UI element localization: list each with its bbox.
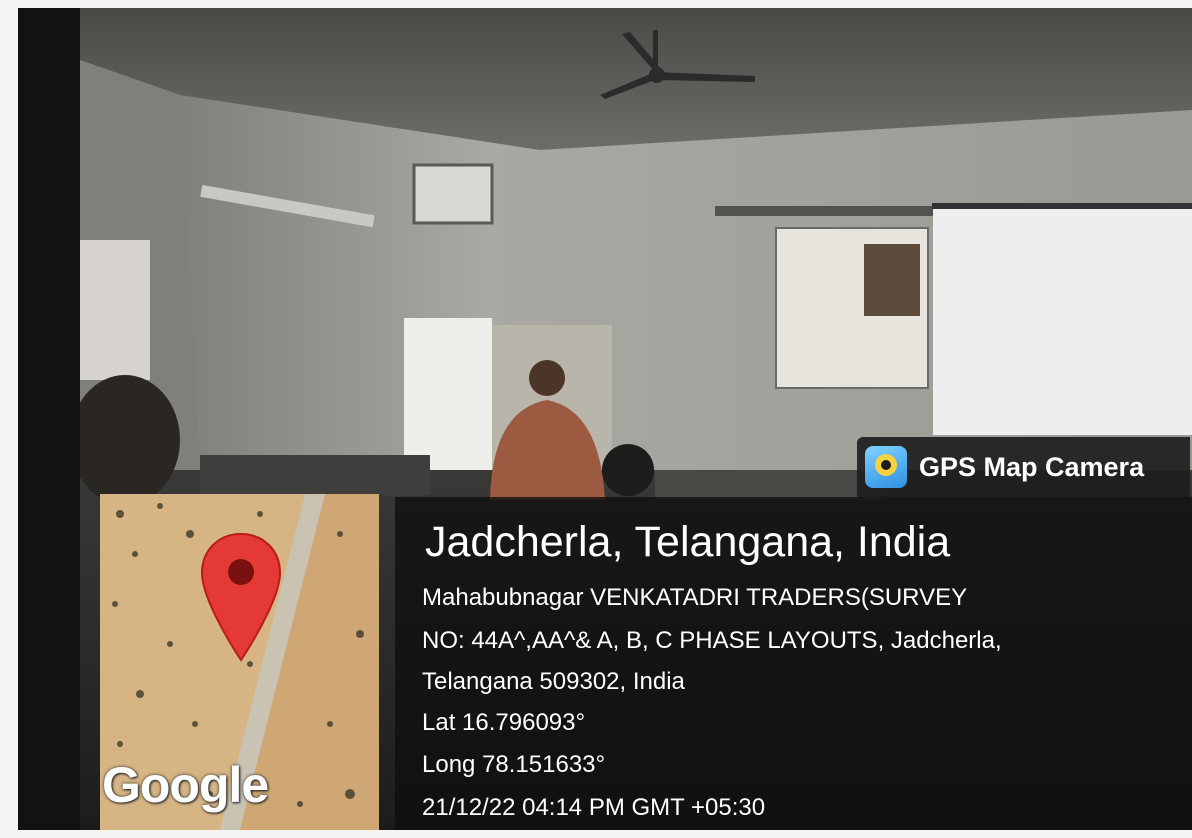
location-title: Jadcherla, Telangana, India bbox=[425, 518, 951, 566]
gps-map-camera-badge: GPS Map Camera bbox=[857, 437, 1190, 497]
address-line-3: Telangana 509302, India bbox=[422, 668, 685, 695]
address-line-2: NO: 44A^,AA^& A, B, C PHASE LAYOUTS, Jad… bbox=[422, 627, 1002, 654]
latitude: Lat 16.796093° bbox=[422, 709, 586, 736]
longitude: Long 78.151633° bbox=[422, 751, 606, 778]
address-line-1: Mahabubnagar VENKATADRI TRADERS(SURVEY bbox=[422, 584, 968, 611]
map-pin-app-icon bbox=[865, 446, 907, 488]
app-name: GPS Map Camera bbox=[919, 451, 1145, 482]
google-logo: Google bbox=[102, 757, 269, 813]
date-time: 21/12/22 04:14 PM GMT +05:30 bbox=[422, 794, 766, 821]
map-pin-icon bbox=[200, 532, 282, 662]
left-dark-border bbox=[18, 8, 80, 830]
satellite-map-thumbnail: Google bbox=[100, 494, 379, 830]
